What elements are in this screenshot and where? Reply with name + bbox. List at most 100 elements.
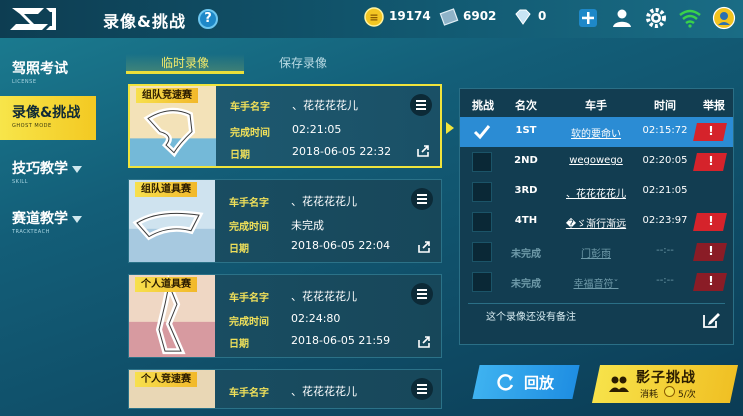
nav-track-teach[interactable]: 赛道教学 TRACKTEACH xyxy=(0,202,96,246)
driver-label: 车手名字 xyxy=(230,102,270,113)
race-time: 02:15:72 xyxy=(642,125,688,136)
finish-label: 完成时间 xyxy=(230,128,270,139)
nav-label: 驾照考试 xyxy=(12,61,68,77)
nav-skill[interactable]: 技巧教学 SKILL xyxy=(0,152,96,196)
driver-name: 、花花花花儿 xyxy=(291,290,357,303)
friends-icon[interactable] xyxy=(610,6,634,30)
report-button[interactable]: ! xyxy=(693,243,727,261)
share-icon[interactable] xyxy=(417,240,431,254)
nav-label: 技巧教学 xyxy=(12,161,68,177)
driver-name[interactable]: wegowego xyxy=(556,155,636,166)
finish-time: 02:21:05 xyxy=(292,123,342,136)
table-row[interactable]: 未完成 幸福音符ˇ --:-- ! xyxy=(460,267,733,297)
player-avatar-icon[interactable] xyxy=(712,6,736,30)
page-title: 录像&挑战 xyxy=(103,12,186,31)
shadow-challenge-label: 影子挑战 xyxy=(636,370,696,386)
chevron-down-icon xyxy=(72,165,82,173)
driver-name[interactable]: 软的要命い xyxy=(556,125,636,140)
rank: 4TH xyxy=(514,215,538,226)
report-mark: ! xyxy=(708,154,714,168)
edit-note-icon[interactable] xyxy=(701,310,721,330)
cost-value: 5/次 xyxy=(678,390,696,400)
record-menu-button[interactable] xyxy=(411,188,433,210)
diamond-count: 0 xyxy=(538,9,547,23)
rank: 未完成 xyxy=(511,249,541,260)
record-card[interactable]: 个人道具赛 车手名字 、花花花花儿 完成时间 02:24:80 日期 2018-… xyxy=(128,274,442,358)
add-currency-icon[interactable] xyxy=(576,6,600,30)
settings-gear-icon[interactable] xyxy=(644,6,668,30)
record-card[interactable]: 组队竞速赛 车手名字 、花花花花儿 完成时间 02:21:05 日期 2018-… xyxy=(128,84,442,168)
race-time: 02:20:05 xyxy=(642,155,688,166)
report-button[interactable]: ! xyxy=(693,273,727,291)
ranking-table: 挑战 名次 车手 时间 举报 1ST 软的要命い 02:15:72 ! 2ND … xyxy=(459,88,734,345)
record-menu-button[interactable] xyxy=(410,94,432,116)
col-driver: 车手 xyxy=(585,99,607,112)
col-challenge: 挑战 xyxy=(472,99,494,112)
nav-sublabel: SKILL xyxy=(12,179,28,185)
tab-saved-records[interactable]: 保存录像 xyxy=(244,54,362,74)
chevron-down-icon xyxy=(72,215,82,223)
col-report: 举报 xyxy=(703,99,725,112)
driver-name[interactable]: 、花花花花儿 xyxy=(556,185,636,200)
replay-label: 回放 xyxy=(524,374,555,392)
nav-label-wrap: 技巧教学 xyxy=(12,158,82,178)
report-mark: ! xyxy=(708,124,714,138)
cost-label: 消耗 xyxy=(640,390,659,400)
nav-ghost-mode[interactable]: 录像&挑战 GHOST MODE xyxy=(0,96,96,140)
table-row[interactable]: 3RD 、花花花花儿 02:21:05 xyxy=(460,177,733,207)
replay-icon xyxy=(497,374,514,391)
svg-text:≡: ≡ xyxy=(369,11,378,24)
record-menu-button[interactable] xyxy=(411,283,433,305)
challenge-checkbox xyxy=(472,272,492,292)
help-button[interactable]: ? xyxy=(198,9,218,29)
record-card[interactable]: 个人竞速赛 车手名字 、花花花花儿 xyxy=(128,369,442,409)
challenge-checkbox xyxy=(472,242,492,262)
challenge-checkbox[interactable] xyxy=(472,182,492,202)
share-icon[interactable] xyxy=(417,335,431,349)
mode-tag: 组队道具赛 xyxy=(135,182,197,197)
driver-name: 、花花花花儿 xyxy=(291,385,357,398)
report-button[interactable]: ! xyxy=(693,213,727,231)
finish-label: 完成时间 xyxy=(229,222,269,233)
replay-button[interactable]: 回放 xyxy=(472,365,580,399)
table-row[interactable]: 2ND wegowego 02:20:05 ! xyxy=(460,147,733,177)
check-icon xyxy=(473,125,491,140)
rank: 1ST xyxy=(515,125,537,136)
challenge-checkbox[interactable] xyxy=(472,152,492,172)
mode-tag: 个人竞速赛 xyxy=(135,372,197,387)
tab-temp-records[interactable]: 临时录像 xyxy=(126,54,244,74)
col-time: 时间 xyxy=(654,99,676,112)
driver-name[interactable]: 门彭雨 xyxy=(556,245,636,260)
nav-license[interactable]: 驾照考试 LICENSE xyxy=(0,52,96,96)
report-mark: ! xyxy=(708,214,714,228)
race-time: 02:21:05 xyxy=(642,185,688,196)
wifi-signal-icon xyxy=(679,9,701,28)
rank: 未完成 xyxy=(511,279,541,290)
record-date: 2018-06-05 21:59 xyxy=(291,334,391,347)
report-button[interactable]: ! xyxy=(693,153,727,171)
voucher-icon xyxy=(439,8,459,26)
record-card[interactable]: 组队道具赛 车手名字 、花花花花儿 完成时间 未完成 日期 2018-06-05… xyxy=(128,179,442,263)
shadow-challenge-button[interactable]: 影子挑战 消耗 5/次 xyxy=(591,365,739,403)
driver-name[interactable]: �ゞ渐行渐远 xyxy=(556,215,636,230)
driver-label: 车手名字 xyxy=(229,388,269,399)
report-button[interactable]: ! xyxy=(693,123,727,141)
challenge-checkbox[interactable] xyxy=(472,122,492,142)
table-row[interactable]: 4TH �ゞ渐行渐远 02:23:97 ! xyxy=(460,207,733,237)
nav-sublabel: LICENSE xyxy=(12,79,37,85)
table-row[interactable]: 1ST 软的要命い 02:15:72 ! xyxy=(460,117,733,147)
share-icon[interactable] xyxy=(416,144,430,158)
driver-label: 车手名字 xyxy=(229,198,269,209)
driver-name[interactable]: 幸福音符ˇ xyxy=(556,275,636,290)
report-mark: ! xyxy=(708,274,714,288)
mode-tag: 个人道具赛 xyxy=(135,277,197,292)
driver-name: 、花花花花儿 xyxy=(292,99,358,112)
rank: 2ND xyxy=(514,155,538,166)
game-logo-icon xyxy=(10,8,56,30)
race-time: 02:23:97 xyxy=(642,215,688,226)
coin-icon xyxy=(664,386,675,397)
challenge-checkbox[interactable] xyxy=(472,212,492,232)
record-date: 2018-06-05 22:32 xyxy=(292,145,392,158)
table-row[interactable]: 未完成 门彭雨 --:-- ! xyxy=(460,237,733,267)
record-menu-button[interactable] xyxy=(411,378,433,400)
